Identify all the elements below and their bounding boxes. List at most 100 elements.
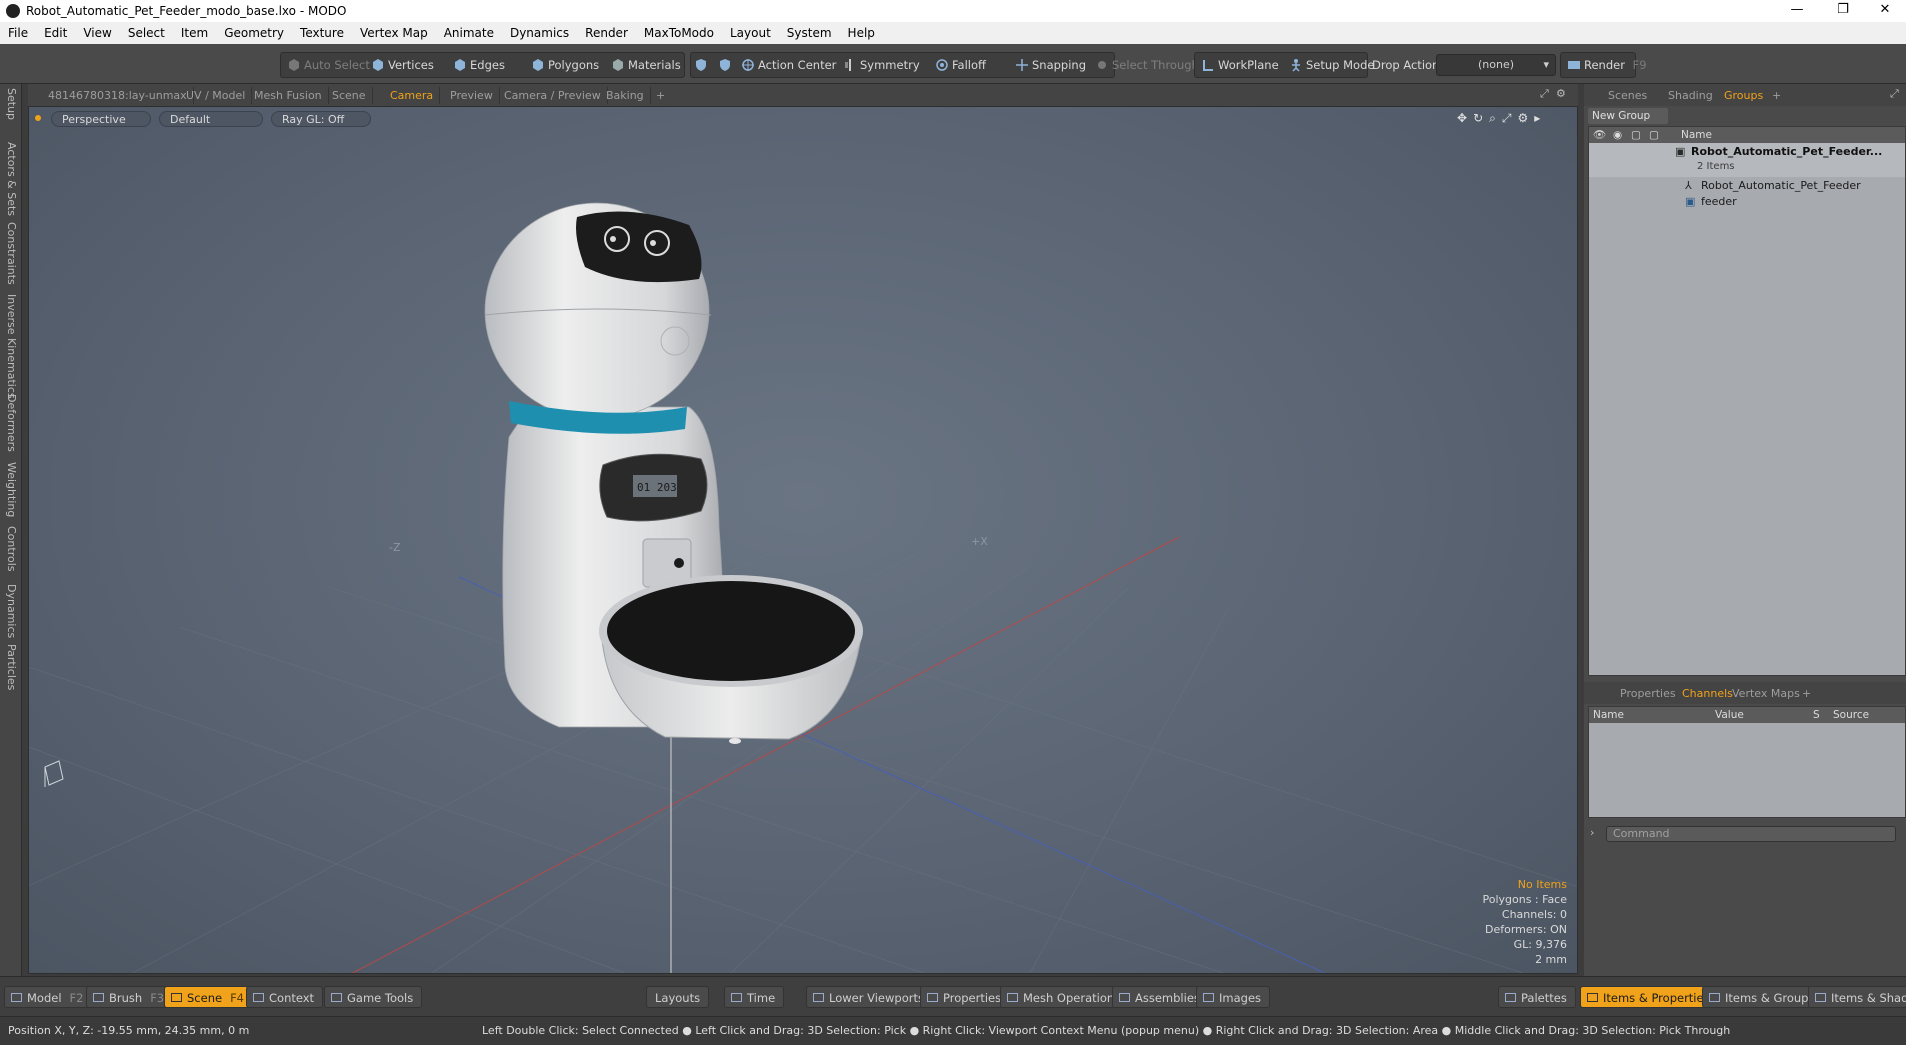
tab-scene[interactable]: Scene xyxy=(326,87,373,104)
add-panel-tab-button[interactable]: + xyxy=(1766,87,1787,104)
tab-vertex-maps[interactable]: Vertex Maps xyxy=(1726,685,1806,702)
chevron-down-icon: ▾ xyxy=(1543,58,1549,71)
menu-system[interactable]: System xyxy=(779,26,840,40)
tab-camera[interactable]: Camera xyxy=(384,87,441,104)
setup-mode-button[interactable]: Setup Mode xyxy=(1284,54,1380,76)
tab-deformers[interactable]: Deformers xyxy=(2,394,20,452)
add-tab-button[interactable]: + xyxy=(650,87,671,104)
panel-maximize-icon[interactable]: ⤢ xyxy=(1890,87,1899,101)
menu-file[interactable]: File xyxy=(0,26,36,40)
menu-dynamics[interactable]: Dynamics xyxy=(502,26,577,40)
edges-button[interactable]: Edges xyxy=(448,54,511,76)
close-button[interactable]: ✕ xyxy=(1862,0,1906,22)
snapping-button[interactable]: Snapping xyxy=(1010,54,1092,76)
tab-preview[interactable]: Preview xyxy=(444,87,500,104)
tab-actors-sets[interactable]: Actors & Sets xyxy=(2,142,20,216)
command-expand-icon[interactable]: › xyxy=(1590,826,1594,839)
vertices-button[interactable]: Vertices xyxy=(366,54,440,76)
symmetry-button[interactable]: Symmetry xyxy=(838,54,926,76)
items-shading-button[interactable]: Items & Shading xyxy=(1808,986,1906,1008)
workplane-button[interactable]: WorkPlane xyxy=(1196,54,1285,76)
add-channels-tab-button[interactable]: + xyxy=(1796,685,1817,702)
menu-edit[interactable]: Edit xyxy=(36,26,75,40)
group-row-robot[interactable]: ▣ Robot_Automatic_Pet_Feeder... 2 Items xyxy=(1589,143,1905,177)
render-button[interactable]: Render F9 xyxy=(1562,54,1653,76)
properties-bottom-button[interactable]: Properties xyxy=(920,986,1011,1008)
materials-button[interactable]: Materials xyxy=(606,54,687,76)
polygons-button[interactable]: Polygons xyxy=(526,54,605,76)
images-button[interactable]: Images xyxy=(1196,986,1271,1008)
menu-maxtomodo[interactable]: MaxToModo xyxy=(636,26,722,40)
auto-select-button[interactable]: Auto Select xyxy=(282,54,376,76)
falloff-button[interactable]: Falloff xyxy=(930,54,992,76)
items-groups-button[interactable]: Items & Groups xyxy=(1702,986,1824,1008)
tab-shading[interactable]: Shading xyxy=(1662,87,1719,104)
tab-mesh-fusion[interactable]: Mesh Fusion xyxy=(248,87,329,104)
channels-name-header: Name xyxy=(1593,709,1624,721)
game-tools-button[interactable]: Game Tools xyxy=(324,986,423,1008)
tab-camera-preview[interactable]: Camera / Preview xyxy=(498,87,608,104)
tab-baking[interactable]: Baking xyxy=(600,87,651,104)
gear-icon[interactable]: ⚙ xyxy=(1556,87,1566,100)
select-through-button[interactable]: Select Through xyxy=(1090,54,1205,76)
restore-button[interactable]: ❐ xyxy=(1820,0,1866,22)
tab-inverse-kinematics[interactable]: Inverse Kinematics xyxy=(2,294,20,399)
channels-header: Name Value S Source xyxy=(1589,707,1905,723)
menu-vertex-map[interactable]: Vertex Map xyxy=(352,26,436,40)
tab-particles[interactable]: Particles xyxy=(2,644,20,690)
shield-icon[interactable] xyxy=(694,58,708,72)
menu-select[interactable]: Select xyxy=(120,26,173,40)
tab-setup[interactable]: Setup xyxy=(2,88,20,120)
axis-gizmo xyxy=(44,760,64,787)
menu-help[interactable]: Help xyxy=(840,26,883,40)
mouse-hints: Left Double Click: Select Connected ● Le… xyxy=(482,1024,1731,1037)
minimize-button[interactable]: — xyxy=(1774,0,1820,22)
brush-layout-button[interactable]: Brush F3 xyxy=(86,986,174,1008)
tab-groups[interactable]: Groups xyxy=(1718,87,1769,104)
assemblies-button[interactable]: Assemblies xyxy=(1112,986,1209,1008)
3d-viewport[interactable]: Perspective Default Ray GL: Off ✥↻⌕⤢⚙▸ -… xyxy=(28,106,1578,974)
visibility-eye-icon[interactable]: 👁 xyxy=(1593,127,1606,143)
tab-dynamics[interactable]: Dynamics xyxy=(2,584,20,638)
palettes-button[interactable]: Palettes xyxy=(1498,986,1576,1008)
context-layout-button[interactable]: Context xyxy=(246,986,324,1008)
tab-lay-unmax[interactable]: 48146780318:lay-unmax xyxy=(42,87,194,104)
lock-column-icon[interactable]: ▢ xyxy=(1631,127,1641,143)
scene-layout-button[interactable]: Scene F4 xyxy=(164,986,253,1008)
menu-render[interactable]: Render xyxy=(577,26,636,40)
auto-select-label: Auto Select xyxy=(304,58,370,72)
menu-geometry[interactable]: Geometry xyxy=(216,26,292,40)
tree-row-robot-locator[interactable]: ⅄ Robot_Automatic_Pet_Feeder xyxy=(1589,179,1905,195)
model-grid-icon xyxy=(11,993,22,1002)
mesh-operations-button[interactable]: Mesh Operations xyxy=(1000,986,1130,1008)
drop-action-dropdown[interactable]: (none) ▾ xyxy=(1436,54,1556,76)
lower-viewports-grid-icon xyxy=(813,993,824,1002)
menu-texture[interactable]: Texture xyxy=(292,26,352,40)
tab-scenes[interactable]: Scenes xyxy=(1602,87,1653,104)
tab-weighting[interactable]: Weighting xyxy=(2,462,20,517)
menu-item[interactable]: Item xyxy=(173,26,216,40)
command-input[interactable]: Command xyxy=(1606,826,1896,842)
tab-properties[interactable]: Properties xyxy=(1614,685,1682,702)
menu-animate[interactable]: Animate xyxy=(436,26,502,40)
scene-grid-icon xyxy=(171,993,182,1002)
new-group-button[interactable]: New Group xyxy=(1588,108,1668,124)
menu-view[interactable]: View xyxy=(75,26,119,40)
polygons-label: Polygons xyxy=(548,58,600,72)
maximize-icon[interactable]: ⤢ xyxy=(1540,87,1549,101)
action-center-button[interactable]: Action Center xyxy=(736,54,842,76)
layouts-button[interactable]: Layouts xyxy=(646,986,710,1008)
select-column-icon[interactable]: ▢ xyxy=(1649,127,1659,143)
render-toggle-icon[interactable]: ◉ xyxy=(1613,127,1622,143)
tab-controls[interactable]: Controls xyxy=(2,526,20,572)
time-button[interactable]: Time xyxy=(724,986,785,1008)
tab-constraints[interactable]: Constraints xyxy=(2,222,20,285)
menu-layout[interactable]: Layout xyxy=(722,26,779,40)
tab-uv-model[interactable]: UV / Model xyxy=(180,87,253,104)
model-layout-button[interactable]: Model F2 xyxy=(4,986,93,1008)
items-properties-button[interactable]: Items & Properties xyxy=(1580,986,1719,1008)
tree-row-feeder[interactable]: ▣ feeder xyxy=(1589,195,1905,211)
setup-mode-label: Setup Mode xyxy=(1306,58,1375,72)
shield-lock-icon[interactable] xyxy=(718,58,732,72)
lower-viewports-button[interactable]: Lower Viewports xyxy=(806,986,933,1008)
